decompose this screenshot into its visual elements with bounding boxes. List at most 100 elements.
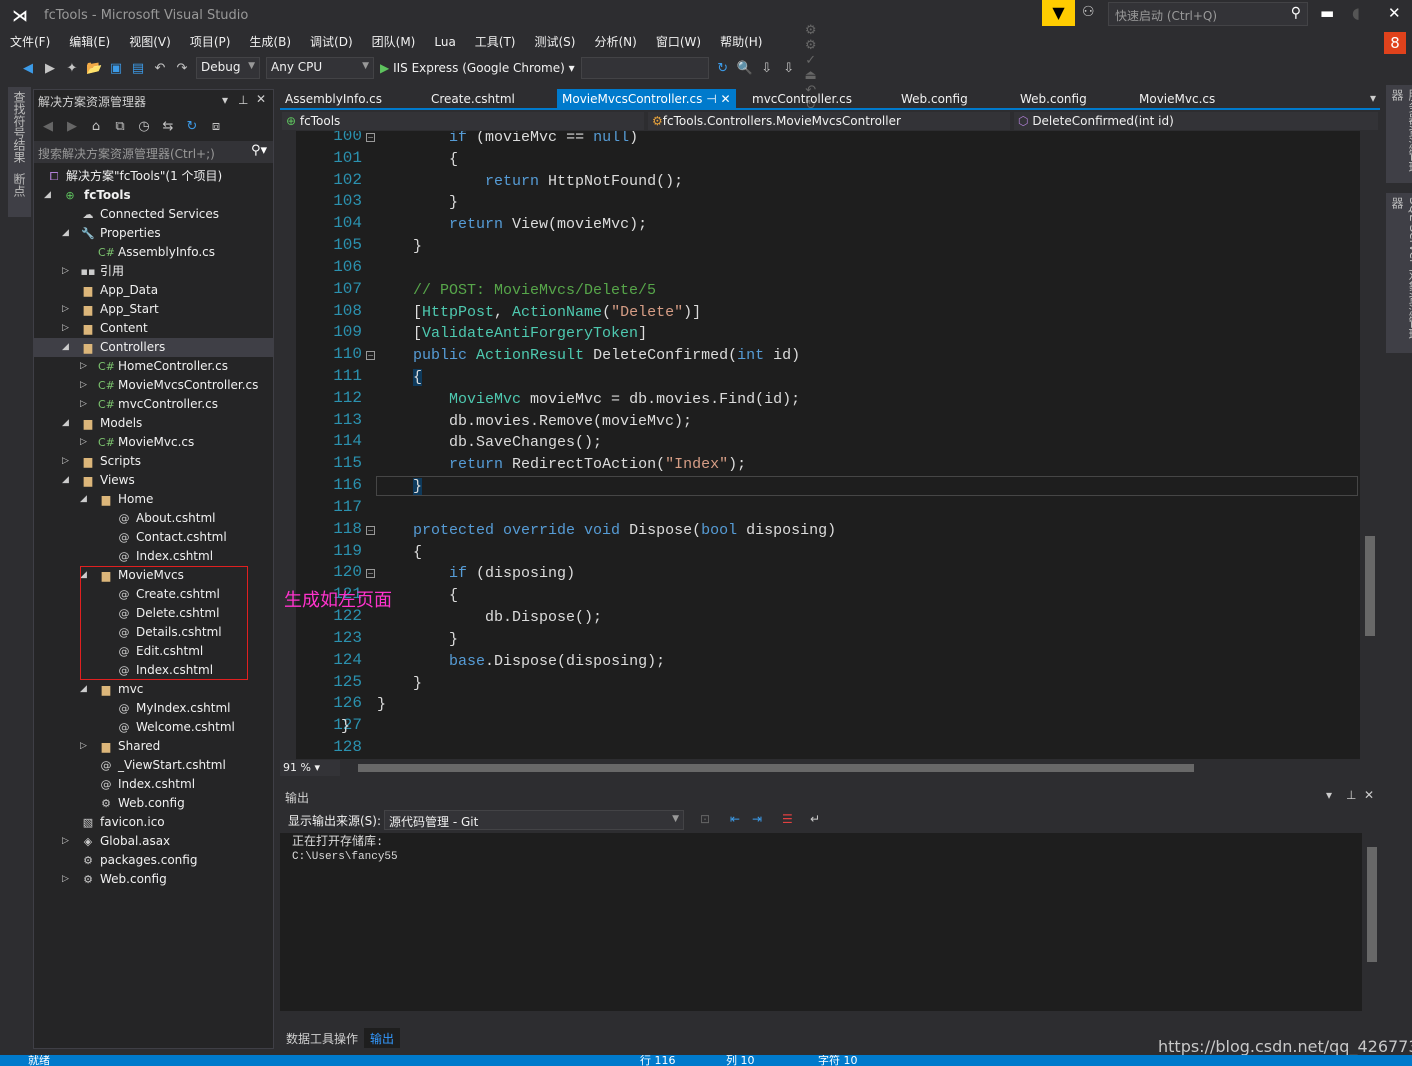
tree-item[interactable]: ▷ ▆ App_Start — [34, 300, 273, 319]
undo-icon[interactable]: ↶ — [152, 61, 168, 76]
tab-output[interactable]: 输出 — [364, 1028, 401, 1048]
pin-icon[interactable]: ⊣ — [702, 92, 720, 106]
tree-item[interactable]: @ MyIndex.cshtml — [34, 699, 273, 718]
tab-web-config[interactable]: Web.config — [896, 89, 973, 110]
pin-icon[interactable]: ⊥ — [238, 93, 248, 107]
collapsed-arrow-icon[interactable]: ▷ — [62, 870, 69, 889]
forward-icon[interactable]: ▶ — [64, 119, 80, 134]
collapsed-arrow-icon[interactable]: ▷ — [62, 319, 69, 338]
tree-item[interactable]: ▆ App_Data — [34, 281, 273, 300]
tree-item[interactable]: ▷ ◈ Global.asax — [34, 832, 273, 851]
output-text[interactable]: 正在打开存储库: C:\Users\fancy55 — [280, 833, 1362, 1011]
expanded-arrow-icon[interactable]: ◢ — [62, 338, 69, 357]
back-icon[interactable]: ◀ — [20, 61, 36, 76]
clear-all-icon[interactable]: ☰ — [782, 812, 793, 826]
find-message-icon[interactable]: ⊡ — [700, 812, 710, 826]
close-button[interactable]: ✕ — [1388, 4, 1401, 22]
tree-item[interactable]: ▧ favicon.ico — [34, 813, 273, 832]
collapse-icon[interactable]: − — [366, 351, 375, 361]
member-select[interactable]: ⬡ DeleteConfirmed(int id) — [1014, 112, 1378, 130]
horizontal-scrollbar-thumb[interactable] — [358, 764, 1194, 772]
refresh-icon[interactable]: ↻ — [715, 61, 731, 76]
output-source-select[interactable]: 源代码管理 - Git ▼ — [384, 810, 684, 830]
menu-item[interactable]: 测试(S) — [535, 32, 576, 52]
collapsed-arrow-icon[interactable]: ▷ — [62, 300, 69, 319]
tab-moviemvc-cs[interactable]: MovieMvc.cs — [1134, 89, 1220, 110]
tree-item[interactable]: ⚙ Web.config — [34, 794, 273, 813]
tree-item[interactable]: ▷ C# MovieMvcsController.cs — [34, 376, 273, 395]
solution-search-input[interactable]: 搜索解决方案资源管理器(Ctrl+;) ⚲▾ — [34, 141, 273, 163]
collapsed-arrow-icon[interactable]: ▷ — [62, 832, 69, 851]
tree-item[interactable]: ◢ 🔧 Properties — [34, 224, 273, 243]
collapse-icon[interactable]: − — [366, 133, 375, 142]
dropdown-icon[interactable]: ▾ — [222, 93, 228, 107]
tree-item[interactable]: @ _ViewStart.cshtml — [34, 756, 273, 775]
menu-item[interactable]: 团队(M) — [372, 32, 416, 52]
tab-assemblyinfo-cs[interactable]: AssemblyInfo.cs — [280, 89, 387, 110]
sql-server-object-explorer-tab[interactable]: SQL Server 对象资源管理器 — [1386, 193, 1412, 353]
new-project-icon[interactable]: ✦ — [64, 61, 80, 76]
collapse-icon[interactable]: − — [366, 569, 375, 579]
tree-item[interactable]: ▷ ⚙ Web.config — [34, 870, 273, 889]
notification-badge[interactable]: 8 — [1384, 32, 1406, 54]
scrollbar-thumb[interactable] — [1365, 536, 1375, 636]
tree-item[interactable]: ▷ ▆ Shared — [34, 737, 273, 756]
save-all-icon[interactable]: ▤ — [130, 61, 146, 76]
menu-item[interactable]: 视图(V) — [129, 32, 171, 52]
expanded-arrow-icon[interactable]: ◢ — [80, 680, 87, 699]
previous-message-icon[interactable]: ⇤ — [730, 812, 740, 826]
quick-launch-input[interactable]: 快速启动 (Ctrl+Q) ⚲ — [1108, 2, 1308, 26]
tab-web-config[interactable]: Web.config — [1015, 89, 1092, 110]
pending-changes-icon[interactable]: ◷ — [136, 119, 152, 134]
save-icon[interactable]: ▣ — [108, 61, 124, 76]
tree-item[interactable]: ◢ ▆ mvc — [34, 680, 273, 699]
menu-item[interactable]: Lua — [434, 32, 455, 52]
menu-item[interactable]: 调试(D) — [310, 32, 353, 52]
menu-item[interactable]: 文件(F) — [10, 32, 50, 52]
tab-mvccontroller-cs[interactable]: mvcController.cs — [747, 89, 857, 110]
zoom-select[interactable]: 91 % ▾ — [280, 760, 340, 776]
collapsed-arrow-icon[interactable]: ▷ — [80, 433, 87, 452]
tab-moviemvcscontroller-cs[interactable]: MovieMvcsController.cs ⊣ ✕ — [557, 89, 736, 110]
tree-item[interactable]: ▷ C# HomeController.cs — [34, 357, 273, 376]
close-icon[interactable]: ✕ — [721, 92, 731, 106]
tab-list-icon[interactable]: ▾ — [1370, 91, 1376, 105]
tree-item[interactable]: @ About.cshtml — [34, 509, 273, 528]
code-editor[interactable]: 100 if (movieMvc == null) −101 {102 retur… — [280, 131, 1360, 759]
tree-item[interactable]: ▷ ▪▪ 引用 — [34, 262, 273, 281]
tree-item[interactable]: ⧠ 解决方案"fcTools"(1 个项目) — [34, 167, 273, 186]
configuration-select[interactable]: Debug ▼ — [196, 57, 260, 79]
expanded-arrow-icon[interactable]: ◢ — [80, 490, 87, 509]
menu-item[interactable]: 分析(N) — [594, 32, 636, 52]
collapsed-arrow-icon[interactable]: ▷ — [62, 262, 69, 281]
collapsed-arrow-icon[interactable]: ▷ — [80, 737, 87, 756]
collapsed-arrow-icon[interactable]: ▷ — [80, 376, 87, 395]
forward-icon[interactable]: ▶ — [42, 61, 58, 76]
redo-icon[interactable]: ↷ — [174, 61, 190, 76]
tree-item[interactable]: ▷ C# mvcController.cs — [34, 395, 273, 414]
tree-item[interactable]: @ Contact.cshtml — [34, 528, 273, 547]
expanded-arrow-icon[interactable]: ◢ — [62, 471, 69, 490]
menu-item[interactable]: 帮助(H) — [720, 32, 762, 52]
class-select[interactable]: ⚙fcTools.Controllers.MovieMvcsController — [648, 112, 1010, 130]
collapsed-arrow-icon[interactable]: ▷ — [80, 357, 87, 376]
expanded-arrow-icon[interactable]: ◢ — [62, 224, 69, 243]
menu-item[interactable]: 窗口(W) — [656, 32, 701, 52]
editor-vertical-scrollbar[interactable] — [1362, 131, 1378, 759]
tree-item[interactable]: ▷ ▆ Content — [34, 319, 273, 338]
minimize-button[interactable]: ▬ — [1320, 4, 1334, 22]
menu-item[interactable]: 工具(T) — [475, 32, 516, 52]
tree-item[interactable]: ◢ ⊕ fcTools — [34, 186, 273, 205]
expanded-arrow-icon[interactable]: ◢ — [62, 414, 69, 433]
sync-icon[interactable]: ⇆ — [160, 119, 176, 134]
output-vertical-scrollbar[interactable] — [1364, 833, 1380, 1011]
maximize-button[interactable]: ◖ — [1352, 4, 1360, 22]
tree-item[interactable]: ◢ ▆ Home — [34, 490, 273, 509]
tree-item[interactable]: @ Index.cshtml — [34, 775, 273, 794]
collapse-icon[interactable]: − — [366, 525, 375, 535]
refresh-icon[interactable]: ↻ — [184, 119, 200, 134]
tree-item[interactable]: @ Welcome.cshtml — [34, 718, 273, 737]
collapsed-arrow-icon[interactable]: ▷ — [80, 395, 87, 414]
find-icon[interactable]: 🔍 — [737, 61, 753, 76]
tree-item[interactable]: ◢ ▆ Controllers — [34, 338, 273, 357]
